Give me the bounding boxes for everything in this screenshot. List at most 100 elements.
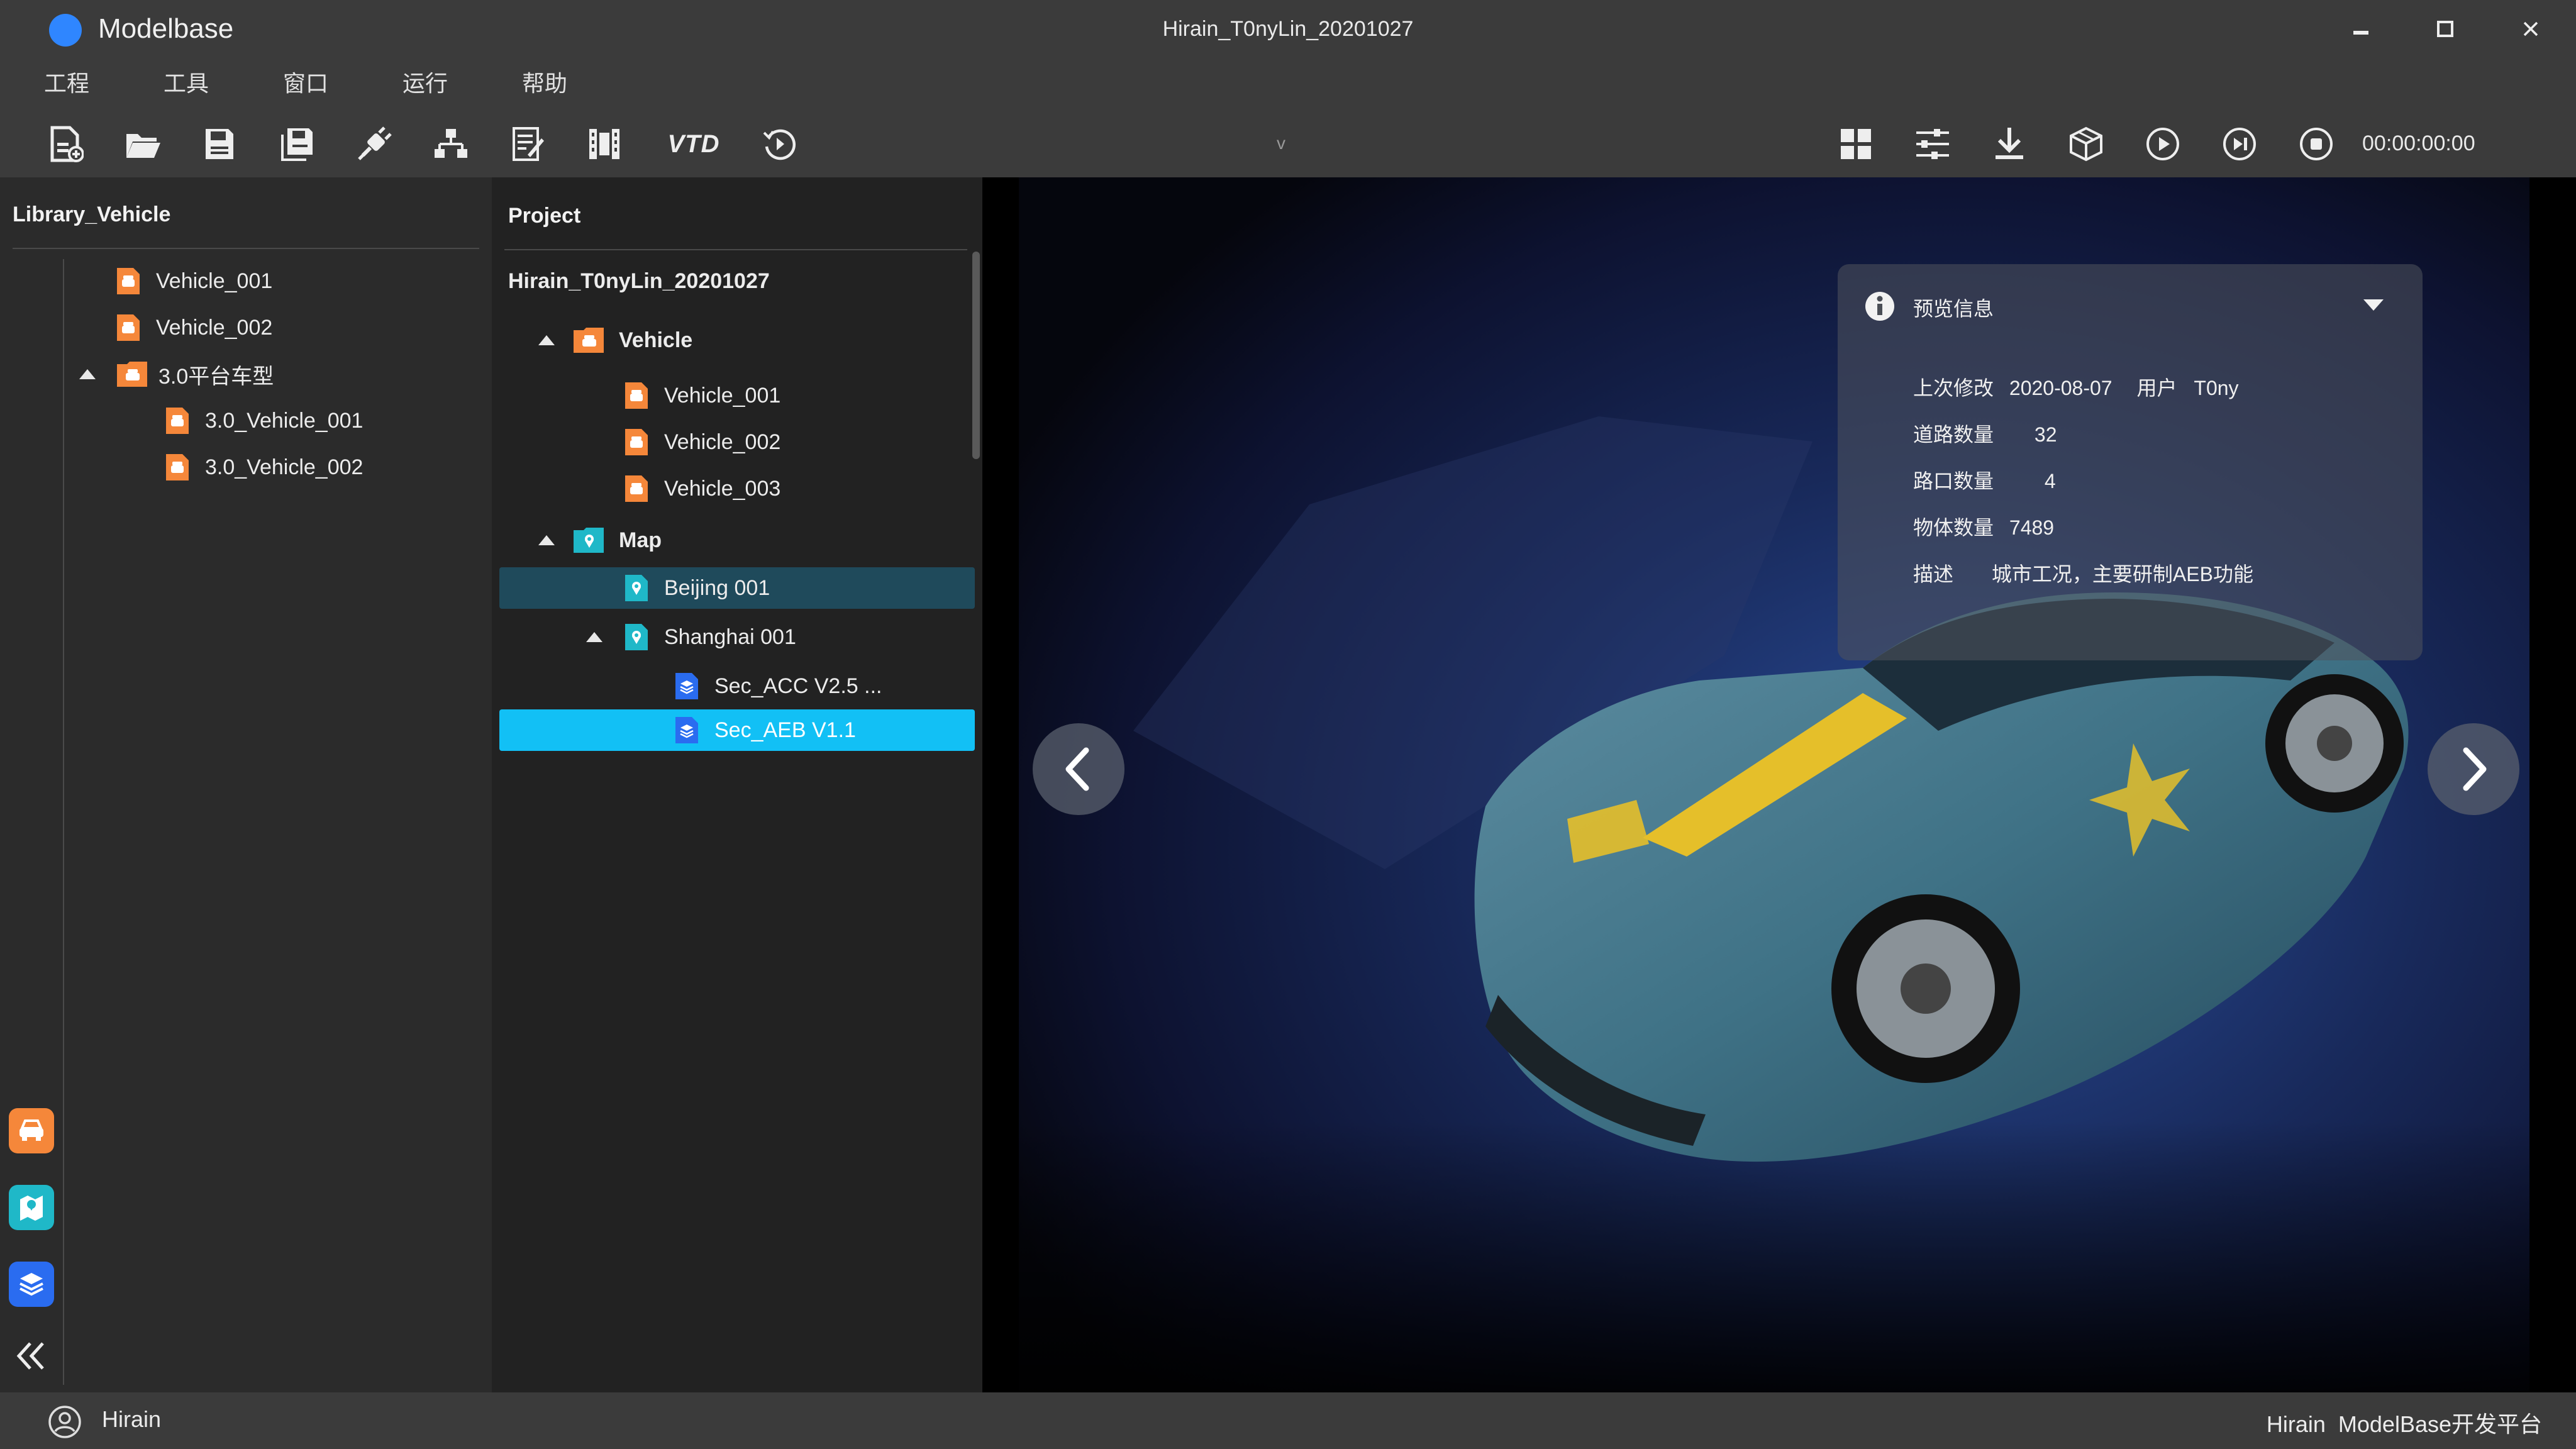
title-bar: Modelbase Hirain_T0nyLin_20201027: [0, 0, 2576, 58]
project-scenario-aeb[interactable]: Sec_AEB V1.1: [499, 709, 975, 751]
brand-text: Hirain ModelBase开发平台: [2266, 1411, 2542, 1437]
info-card-title: 预览信息: [1913, 297, 1994, 320]
tree-label: Sec_AEB V1.1: [714, 718, 856, 742]
tree-label: 3.0平台车型: [158, 364, 274, 389]
menu-help[interactable]: 帮助: [522, 69, 567, 98]
expand-arrow-icon[interactable]: [79, 369, 96, 379]
tree-label: Map: [619, 528, 662, 552]
project-group-vehicle[interactable]: Vehicle: [538, 318, 692, 362]
layers-app-icon[interactable]: [9, 1262, 54, 1307]
close-button[interactable]: [2512, 13, 2550, 45]
project-map-shanghai[interactable]: Shanghai 001: [586, 615, 796, 659]
info-value: 7489: [2009, 516, 2055, 539]
user-icon[interactable]: [48, 1405, 82, 1439]
maximize-button[interactable]: [2426, 13, 2464, 45]
open-folder-icon[interactable]: [122, 123, 164, 165]
project-map-beijing[interactable]: Beijing 001: [499, 567, 975, 609]
tree-label: Vehicle_001: [156, 269, 273, 293]
info-modified-row: 上次修改 2020-08-07 用户 T0ny: [1913, 372, 2239, 401]
download-icon[interactable]: [1989, 123, 2030, 165]
library-item-3-0-vehicle-001[interactable]: 3.0_Vehicle_001: [165, 399, 363, 443]
step-icon[interactable]: [2219, 123, 2260, 165]
tree-label: Beijing 001: [664, 575, 770, 600]
cube-icon[interactable]: [2065, 123, 2107, 165]
vehicle-file-icon: [625, 429, 648, 455]
sliders-icon[interactable]: [1912, 123, 1953, 165]
stop-icon[interactable]: [2296, 123, 2337, 165]
chevron-right-icon: [2463, 747, 2487, 791]
tree-label: Vehicle_002: [156, 315, 273, 340]
chevron-left-icon: [1065, 747, 1089, 791]
expand-arrow-icon[interactable]: [538, 335, 555, 345]
menu-run[interactable]: 运行: [402, 69, 448, 98]
info-label: 上次修改: [1913, 377, 1994, 399]
window-title: Hirain_T0nyLin_20201027: [1162, 17, 1414, 41]
vehicle-file-icon: [166, 408, 189, 434]
collapse-icon[interactable]: [9, 1333, 54, 1379]
project-root-label: Hirain_T0nyLin_20201027: [508, 269, 770, 293]
info-value: 4: [2044, 470, 2056, 492]
vehicle-folder-icon: [574, 328, 604, 353]
hierarchy-icon[interactable]: [430, 123, 472, 165]
info-objects-row: 物体数量 7489: [1913, 512, 2054, 541]
vtd-text: VTD: [667, 130, 720, 158]
scenario-file-icon: [675, 673, 698, 699]
new-project-icon[interactable]: [45, 123, 87, 165]
plugin-icon[interactable]: [353, 123, 395, 165]
menu-project[interactable]: 工程: [44, 69, 89, 98]
library-title: Library_Vehicle: [13, 203, 171, 226]
expand-arrow-icon[interactable]: [586, 632, 602, 642]
prev-button[interactable]: [1033, 723, 1124, 815]
info-value: 城市工况，主要研制AEB功能: [1991, 563, 2253, 586]
map-folder-icon: [574, 528, 604, 553]
map-app-icon[interactable]: [9, 1185, 54, 1230]
info-value: 32: [2034, 423, 2057, 446]
expand-arrow-icon[interactable]: [538, 535, 555, 545]
vehicle-folder-icon: [117, 362, 147, 387]
project-group-map[interactable]: Map: [538, 518, 662, 562]
library-item-vehicle-002[interactable]: Vehicle_002: [116, 306, 272, 350]
info-label: 物体数量: [1913, 516, 1994, 539]
info-label: 路口数量: [1913, 470, 1994, 492]
vehicle-file-icon: [117, 268, 140, 294]
tree-label: 3.0_Vehicle_001: [205, 408, 364, 433]
save-icon[interactable]: [199, 123, 240, 165]
vehicle-app-icon[interactable]: [9, 1108, 54, 1153]
next-button[interactable]: [2428, 723, 2519, 815]
menu-bar: 工程 工具 窗口 运行 帮助: [0, 58, 2576, 109]
save-all-icon[interactable]: [277, 123, 318, 165]
tree-label: 3.0_Vehicle_002: [205, 455, 364, 479]
edit-list-icon[interactable]: [507, 123, 548, 165]
project-scrollbar[interactable]: [972, 252, 980, 459]
project-vehicle-002[interactable]: Vehicle_002: [624, 420, 780, 464]
tree-label: Shanghai 001: [664, 625, 796, 649]
toolbar-v-marker: v: [1277, 133, 1285, 153]
map-file-icon: [625, 624, 648, 650]
library-folder-3-0[interactable]: 3.0平台车型: [79, 352, 274, 396]
project-vehicle-001[interactable]: Vehicle_001: [624, 374, 780, 418]
library-item-vehicle-001[interactable]: Vehicle_001: [116, 259, 272, 303]
minimize-button[interactable]: [2342, 13, 2380, 45]
chevron-down-icon[interactable]: [2361, 296, 2386, 314]
info-junctions-row: 路口数量 4: [1913, 465, 2056, 494]
film-icon[interactable]: [584, 123, 625, 165]
project-panel: Project Hirain_T0nyLin_20201027 Vehicle …: [492, 177, 982, 1392]
history-icon[interactable]: [758, 123, 800, 165]
play-icon[interactable]: [2142, 123, 2184, 165]
menu-tools[interactable]: 工具: [164, 69, 209, 98]
map-file-icon: [625, 575, 648, 601]
info-value: T0ny: [2194, 377, 2239, 399]
grid-icon[interactable]: [1835, 123, 1877, 165]
menu-window[interactable]: 窗口: [283, 69, 328, 98]
tree-label: Vehicle_002: [664, 430, 781, 454]
tree-label: Sec_ACC V2.5 ...: [714, 674, 882, 698]
vehicle-file-icon: [625, 475, 648, 502]
library-item-3-0-vehicle-002[interactable]: 3.0_Vehicle_002: [165, 445, 363, 489]
vtd-logo-icon[interactable]: VTD: [659, 123, 728, 165]
info-desc-row: 描述 城市工况，主要研制AEB功能: [1913, 558, 2253, 587]
divider: [504, 249, 967, 250]
project-vehicle-003[interactable]: Vehicle_003: [624, 467, 780, 511]
project-scenario-acc[interactable]: Sec_ACC V2.5 ...: [674, 664, 882, 708]
project-root[interactable]: Hirain_T0nyLin_20201027: [508, 259, 770, 303]
tree-label: Vehicle_001: [664, 383, 781, 408]
